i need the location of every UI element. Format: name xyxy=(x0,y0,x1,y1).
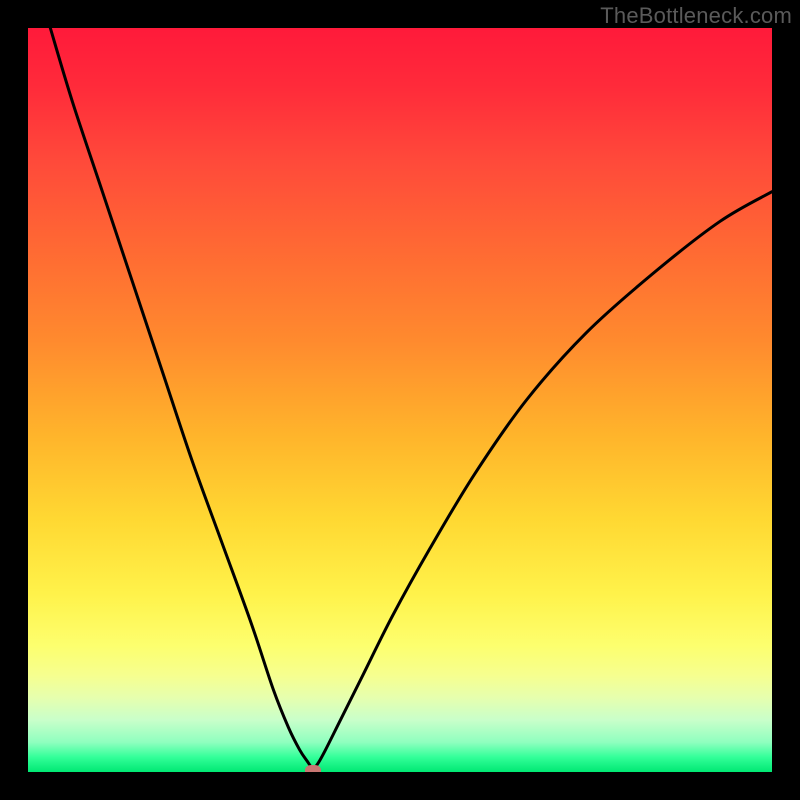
watermark-text: TheBottleneck.com xyxy=(600,3,792,29)
bottleneck-curve xyxy=(28,28,772,772)
plot-area xyxy=(28,28,772,772)
optimal-marker xyxy=(305,765,321,773)
chart-frame: TheBottleneck.com xyxy=(0,0,800,800)
